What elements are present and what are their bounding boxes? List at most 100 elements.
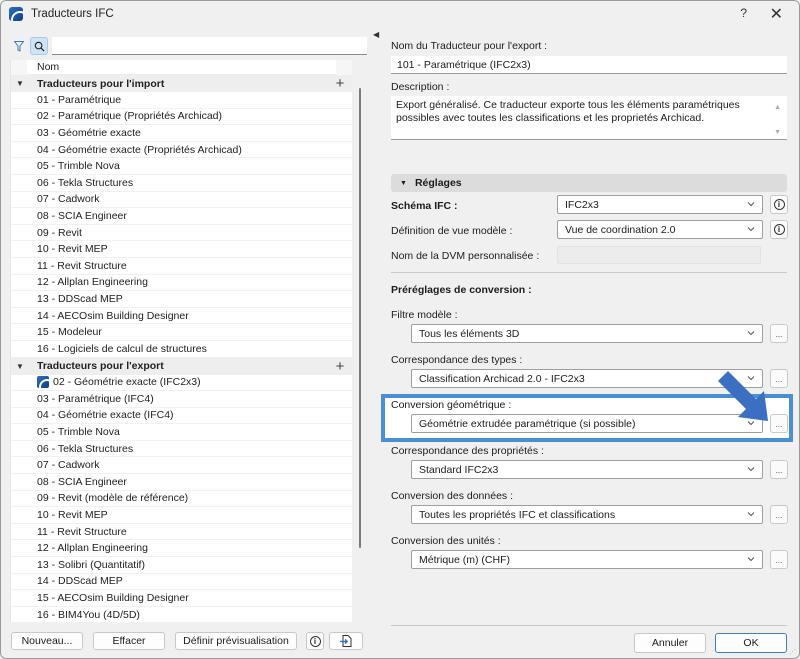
list-item[interactable]: 01 - Paramétrique [11,92,352,109]
ifc-schema-info-button[interactable]: i [770,195,788,214]
list-item[interactable]: 07 - Cadwork [11,457,352,475]
window-title: Traducteurs IFC [31,8,114,20]
list-item[interactable]: 12 - Allplan Engineering [11,540,352,558]
description-label: Description : [391,81,450,93]
translator-list: Nom ▼ Traducteurs pour l'import + 01 - P… [10,59,352,624]
mvd-info-button[interactable]: i [770,220,788,239]
search-icon[interactable] [30,37,48,55]
list-item-label: 12 - Allplan Engineering [37,542,148,555]
list-item-label: 03 - Paramétrique (IFC4) [37,392,154,405]
scroll-up-icon[interactable]: ▲ [774,101,781,114]
list-item[interactable]: 15 - AECOsim Building Designer [11,590,352,607]
preset-options-button[interactable]: ... [770,550,788,569]
add-export-translator-icon[interactable]: + [328,358,352,375]
set-preview-button[interactable]: Définir prévisualisation [175,632,297,650]
cancel-button[interactable]: Annuler [634,633,706,653]
list-item-label: 11 - Revit Structure [37,259,127,272]
import-file-button[interactable] [329,632,363,650]
description-text: Export généralisé. Ce traducteur exporte… [396,99,740,124]
help-button[interactable]: ? [740,6,747,20]
settings-section-header[interactable]: ▼ Réglages [391,174,787,192]
list-item[interactable]: 09 - Revit (modèle de référence) [11,491,352,508]
collapse-caret-icon[interactable]: ▼ [400,180,407,187]
list-item[interactable]: 05 - Trimble Nova [11,158,352,175]
list-item[interactable]: 09 - Revit [11,225,352,242]
list-item[interactable]: 11 - Revit Structure [11,258,352,275]
custom-mvd-field [557,246,761,264]
list-item[interactable]: 14 - DDScad MEP [11,574,352,591]
resize-grip-icon[interactable]: ⋰ [789,648,797,656]
group-import-translators[interactable]: ▼ Traducteurs pour l'import + [11,75,352,92]
preset-select[interactable]: Classification Archicad 2.0 - IFC2x3 [411,369,763,388]
list-item[interactable]: 03 - Géométrie exacte [11,125,352,142]
list-column-header: Nom [11,59,352,75]
preset-select[interactable]: Métrique (m) (CHF) [411,550,763,569]
list-item-label: 07 - Cadwork [37,193,100,206]
list-scrollbar[interactable] [357,88,363,608]
list-item[interactable]: 12 - Allplan Engineering [11,275,352,292]
list-item[interactable]: 06 - Tekla Structures [11,175,352,192]
list-item[interactable]: 03 - Paramétrique (IFC4) [11,391,352,408]
list-item-label: 05 - Trimble Nova [37,160,120,173]
list-item[interactable]: 16 - Logiciels de calcul de structures [11,341,352,358]
list-item[interactable]: 13 - Solibri (Quantitatif) [11,557,352,574]
list-item[interactable]: 02 - Géométrie exacte (IFC2x3) [11,375,352,392]
scroll-down-icon[interactable]: ▼ [774,126,781,139]
mvd-select[interactable]: Vue de coordination 2.0 [557,220,763,239]
list-item[interactable]: 06 - Tekla Structures [11,441,352,458]
list-item[interactable]: 02 - Paramétrique (Propriétés Archicad) [11,109,352,126]
list-item[interactable]: 11 - Revit Structure [11,524,352,541]
list-item[interactable]: 10 - Revit MEP [11,507,352,524]
delete-button[interactable]: Effacer [93,632,165,650]
collapse-left-pane-icon[interactable]: ◀ [373,30,379,39]
description-field[interactable]: Export généralisé. Ce traducteur exporte… [391,96,787,140]
list-item[interactable]: 04 - Géométrie exacte (IFC4) [11,408,352,425]
title-bar: Traducteurs IFC ? ✕ [1,1,799,27]
preset-select[interactable]: Tous les éléments 3D [411,324,763,343]
pane-splitter[interactable]: ◀ [371,27,379,658]
preset-select[interactable]: Toutes les propriétés IFC et classificat… [411,505,763,524]
list-item[interactable]: 08 - SCIA Engineer [11,474,352,491]
info-button[interactable]: i [306,632,324,650]
list-item-label: 06 - Tekla Structures [37,442,134,455]
list-item[interactable]: 08 - SCIA Engineer [11,208,352,225]
new-button[interactable]: Nouveau... [11,632,83,650]
list-item[interactable]: 04 - Géométrie exacte (Propriétés Archic… [11,142,352,159]
list-item[interactable]: 14 - AECOsim Building Designer [11,308,352,325]
list-item-label: 03 - Géométrie exacte [37,126,141,139]
list-item[interactable]: 13 - DDScad MEP [11,291,352,308]
ifc-schema-select[interactable]: IFC2x3 [557,195,763,214]
list-item[interactable]: 07 - Cadwork [11,192,352,209]
group-export-translators[interactable]: ▼ Traducteurs pour l'export + [11,357,352,375]
list-item[interactable]: 16 - BIM4You (4D/5D) [11,607,352,624]
preset-options-button[interactable]: ... [770,505,788,524]
ok-button[interactable]: OK [715,633,787,653]
list-scrollbar-thumb[interactable] [359,88,361,548]
preset-options-button[interactable]: ... [770,460,788,479]
chevron-down-icon [747,224,755,232]
preset-select[interactable]: Standard IFC2x3 [411,460,763,479]
list-item[interactable]: 10 - Revit MEP [11,241,352,258]
collapse-caret-icon[interactable]: ▼ [11,79,29,88]
search-input[interactable] [52,37,367,55]
close-button[interactable]: ✕ [770,4,783,24]
filter-icon[interactable] [11,38,27,54]
translator-settings-pane: Nom du Traducteur pour l'export : 101 - … [381,27,793,657]
list-item-label: 12 - Allplan Engineering [37,276,148,289]
translator-name-field[interactable]: 101 - Paramétrique (IFC2x3) [391,56,787,74]
list-item-label: 14 - DDScad MEP [37,575,123,588]
collapse-caret-icon[interactable]: ▼ [11,362,29,371]
search-row [9,36,367,56]
preset-select[interactable]: Géométrie extrudée paramétrique (si poss… [411,414,763,433]
list-item-label: 05 - Trimble Nova [37,426,120,439]
chevron-down-icon [747,199,755,207]
list-item[interactable]: 05 - Trimble Nova [11,424,352,441]
preset-options-button[interactable]: ... [770,324,788,343]
column-name-header[interactable]: Nom [27,61,336,73]
list-item[interactable]: 15 - Modeleur [11,324,352,341]
mvd-label: Définition de vue modèle : [391,225,513,237]
list-item-label: 16 - Logiciels de calcul de structures [37,342,207,355]
list-item-label: 16 - BIM4You (4D/5D) [37,608,140,621]
add-import-translator-icon[interactable]: + [328,75,352,92]
archicad-app-icon [9,7,23,21]
